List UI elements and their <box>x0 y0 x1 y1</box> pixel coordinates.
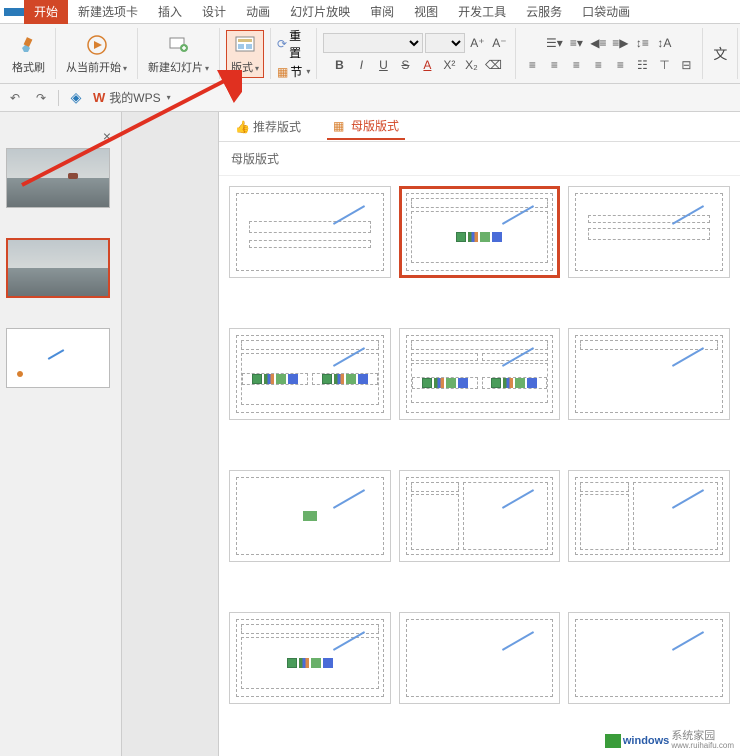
font-color-button[interactable]: A <box>417 55 437 75</box>
layout-option-title-only[interactable] <box>568 328 730 420</box>
chevron-down-icon: ▾ <box>255 64 259 73</box>
align-left-button[interactable]: ≡ <box>522 55 542 75</box>
align-middle-button[interactable]: ⊟ <box>676 55 696 75</box>
layout-tab-recommend[interactable]: 👍 推荐版式 <box>229 114 307 139</box>
layout-option-title-vertical-text[interactable] <box>229 612 391 704</box>
layout-option-comparison[interactable] <box>399 328 561 420</box>
thumbs-up-icon: 👍 <box>235 120 249 134</box>
layout-option-vertical-title-text[interactable] <box>399 612 561 704</box>
align-top-button[interactable]: ⊤ <box>654 55 674 75</box>
layout-section-title: 母版版式 <box>219 142 740 176</box>
slide-thumbnail-2[interactable] <box>6 238 110 298</box>
section-button[interactable]: ▦节▾ <box>277 63 310 80</box>
my-wps-button[interactable]: W 我的WPS ▾ <box>93 89 171 106</box>
ribbon-tab-review[interactable]: 审阅 <box>360 0 404 24</box>
wps-cube-icon[interactable]: ◈ <box>67 89 85 107</box>
numbering-button[interactable]: ≡▾ <box>566 33 586 53</box>
layout-tabs: 👍 推荐版式 ▦ 母版版式 <box>219 112 740 142</box>
reset-button[interactable]: ⟳重置 <box>277 27 310 61</box>
increase-indent-button[interactable]: ≡▶ <box>610 33 630 53</box>
underline-button[interactable]: U <box>373 55 393 75</box>
distribute-button[interactable]: ≡ <box>610 55 630 75</box>
align-right-button[interactable]: ≡ <box>566 55 586 75</box>
layout-button[interactable]: 版式▾ <box>226 30 264 78</box>
layout-option-title-slide[interactable] <box>229 186 391 278</box>
font-grow-button[interactable]: A⁺ <box>467 33 487 53</box>
layout-option-picture-caption[interactable] <box>568 470 730 562</box>
clear-format-button[interactable]: ⌫ <box>483 55 503 75</box>
ribbon-tab-slideshow[interactable]: 幻灯片放映 <box>280 0 360 24</box>
new-slide-button[interactable]: 新建幻灯片▾ <box>144 31 213 77</box>
bullets-button[interactable]: ☰▾ <box>544 33 564 53</box>
ribbon-tab-devtools[interactable]: 开发工具 <box>448 0 516 24</box>
slide-thumbnails-panel: × <box>0 112 122 756</box>
chevron-down-icon: ▾ <box>205 64 209 73</box>
font-family-select[interactable] <box>323 33 423 53</box>
format-painter-button[interactable]: 格式刷 <box>8 31 49 77</box>
layout-option-title-content[interactable] <box>399 186 561 278</box>
grid-icon: ▦ <box>333 119 347 133</box>
columns-button[interactable]: ☷ <box>632 55 652 75</box>
font-size-select[interactable] <box>425 33 465 53</box>
reset-icon: ⟳ <box>277 37 287 51</box>
brush-icon <box>17 33 41 57</box>
close-panel-button[interactable]: × <box>103 128 111 144</box>
ribbon-tab-home[interactable]: 开始 <box>24 0 68 24</box>
watermark: windows 系统家园 www.ruihaifu.com <box>605 731 734 750</box>
layout-grid <box>219 176 740 756</box>
toolbar: 格式刷 从当前开始▾ 新建幻灯片▾ 版式▾ ⟳重置 ▦节▾ A⁺ A⁻ B <box>0 24 740 84</box>
ribbon-tab-animation[interactable]: 动画 <box>236 0 280 24</box>
font-shrink-button[interactable]: A⁻ <box>489 33 509 53</box>
text-direction-button[interactable]: ↕A <box>654 33 674 53</box>
ribbon-tab-pocket[interactable]: 口袋动画 <box>572 0 640 24</box>
watermark-logo-icon <box>605 734 621 748</box>
slide-thumbnail-1[interactable] <box>6 148 110 208</box>
redo-button[interactable]: ↷ <box>32 89 50 107</box>
ribbon-tab-newtab[interactable]: 新建选项卡 <box>68 0 148 24</box>
from-current-button[interactable]: 从当前开始▾ <box>62 31 131 77</box>
layout-option-blank[interactable] <box>229 470 391 562</box>
slide-canvas <box>122 112 218 756</box>
ribbon-tab-file[interactable] <box>4 8 24 16</box>
chevron-down-icon: ▾ <box>306 67 310 76</box>
quick-access-bar: ↶ ↷ ◈ W 我的WPS ▾ <box>0 84 740 112</box>
layout-dropdown-panel: 👍 推荐版式 ▦ 母版版式 母版版式 <box>218 112 740 756</box>
subscript-button[interactable]: X₂ <box>461 55 481 75</box>
new-slide-icon <box>167 33 191 57</box>
ribbon-tab-view[interactable]: 视图 <box>404 0 448 24</box>
layout-option-section-header[interactable] <box>568 186 730 278</box>
chevron-down-icon: ▾ <box>167 93 171 102</box>
main-area: × 👍 推荐版式 ▦ 母版版式 母版版式 <box>0 112 740 756</box>
play-icon <box>85 33 109 57</box>
align-center-button[interactable]: ≡ <box>544 55 564 75</box>
ribbon-tab-design[interactable]: 设计 <box>192 0 236 24</box>
wps-logo-icon: W <box>93 90 105 105</box>
line-spacing-button[interactable]: ↕≡ <box>632 33 652 53</box>
bold-button[interactable]: B <box>329 55 349 75</box>
layout-option-content-caption[interactable] <box>399 470 561 562</box>
strikethrough-button[interactable]: S <box>395 55 415 75</box>
italic-button[interactable]: I <box>351 55 371 75</box>
layout-icon <box>233 33 257 57</box>
ribbon-tab-insert[interactable]: 插入 <box>148 0 192 24</box>
text-group-button[interactable]: 文 <box>709 42 731 66</box>
chevron-down-icon: ▾ <box>123 64 127 73</box>
slide-thumbnail-3[interactable] <box>6 328 110 388</box>
superscript-button[interactable]: X² <box>439 55 459 75</box>
layout-option-two-content[interactable] <box>229 328 391 420</box>
ribbon-tabs: 开始 新建选项卡 插入 设计 动画 幻灯片放映 审阅 视图 开发工具 云服务 口… <box>0 0 740 24</box>
layout-tab-master[interactable]: ▦ 母版版式 <box>327 113 405 140</box>
ribbon-tab-cloud[interactable]: 云服务 <box>516 0 572 24</box>
undo-button[interactable]: ↶ <box>6 89 24 107</box>
section-icon: ▦ <box>277 65 288 79</box>
decrease-indent-button[interactable]: ◀≡ <box>588 33 608 53</box>
align-justify-button[interactable]: ≡ <box>588 55 608 75</box>
layout-option-empty[interactable] <box>568 612 730 704</box>
